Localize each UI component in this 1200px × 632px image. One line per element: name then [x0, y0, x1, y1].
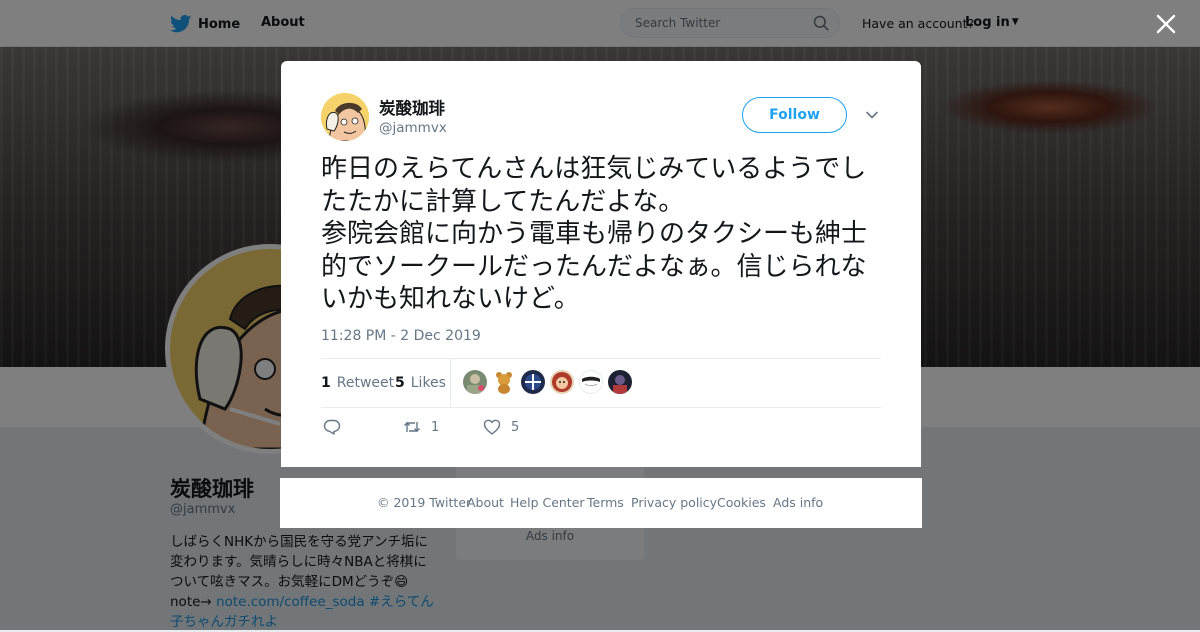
retweet-icon	[404, 422, 420, 432]
heart-icon	[483, 419, 501, 435]
tweet-actions: 1 5	[321, 416, 881, 440]
liker-avatar[interactable]	[608, 370, 632, 394]
footer-terms-link[interactable]: Terms	[587, 495, 624, 510]
tweet-timestamp[interactable]: 11:28 PM - 2 Dec 2019	[321, 328, 481, 344]
likes-stat-label: Likes	[410, 375, 446, 391]
follow-button[interactable]: Follow	[742, 97, 847, 133]
close-icon[interactable]	[1154, 12, 1178, 36]
retweet-stat[interactable]: 1 Retweet	[321, 375, 394, 391]
liker-avatar[interactable]	[521, 370, 545, 394]
avatar-illustration	[496, 372, 512, 394]
likes-stat[interactable]: 5 Likes	[395, 375, 446, 391]
modal-footer: © 2019 Twitter About Help Center Terms P…	[280, 478, 922, 528]
tweet-text: 昨日のえらてんさんは狂気じみているようでしたたかに計算してたんだよな。 参院会館…	[321, 154, 868, 314]
retweet-stat-count: 1	[321, 375, 331, 391]
tweet-author-handle[interactable]: @jammvx	[379, 120, 447, 136]
liker-avatar[interactable]	[463, 370, 487, 394]
footer-copyright: © 2019 Twitter	[377, 495, 472, 510]
footer-about-link[interactable]: About	[467, 495, 504, 510]
retweet-stat-label: Retweet	[336, 375, 395, 391]
footer-cookies-link[interactable]: Cookies	[717, 495, 766, 510]
like-button[interactable]: 5	[483, 416, 519, 438]
retweet-count: 1	[431, 419, 440, 435]
tweet-author-avatar[interactable]	[321, 93, 369, 141]
footer-ads-link[interactable]: Ads info	[773, 495, 823, 510]
liker-avatar[interactable]	[492, 370, 516, 394]
avatar-illustration	[525, 374, 541, 390]
tweet-stats: 1 Retweet 5 Likes	[321, 358, 881, 408]
chevron-down-icon[interactable]	[865, 108, 879, 122]
tweet-modal: 炭酸珈琲 @jammvx Follow 昨日のえらてんさんは狂気じみているようで…	[281, 61, 921, 467]
avatar-illustration	[582, 376, 600, 386]
avatar-illustration	[467, 374, 484, 394]
liker-avatar[interactable]	[579, 370, 603, 394]
footer-privacy-link[interactable]: Privacy policy	[631, 495, 717, 510]
liker-avatar[interactable]	[550, 370, 574, 394]
retweet-button[interactable]: 1	[403, 416, 439, 438]
stats-divider	[450, 359, 451, 407]
likes-stat-count: 5	[395, 375, 405, 391]
avatar-illustration	[321, 93, 369, 141]
avatar-illustration	[552, 372, 572, 392]
avatar-illustration	[613, 375, 627, 394]
reply-icon	[323, 419, 341, 435]
like-count: 5	[511, 419, 520, 435]
footer-help-link[interactable]: Help Center	[510, 495, 585, 510]
tweet-author-name[interactable]: 炭酸珈琲	[379, 95, 445, 119]
reply-button[interactable]	[323, 416, 351, 438]
